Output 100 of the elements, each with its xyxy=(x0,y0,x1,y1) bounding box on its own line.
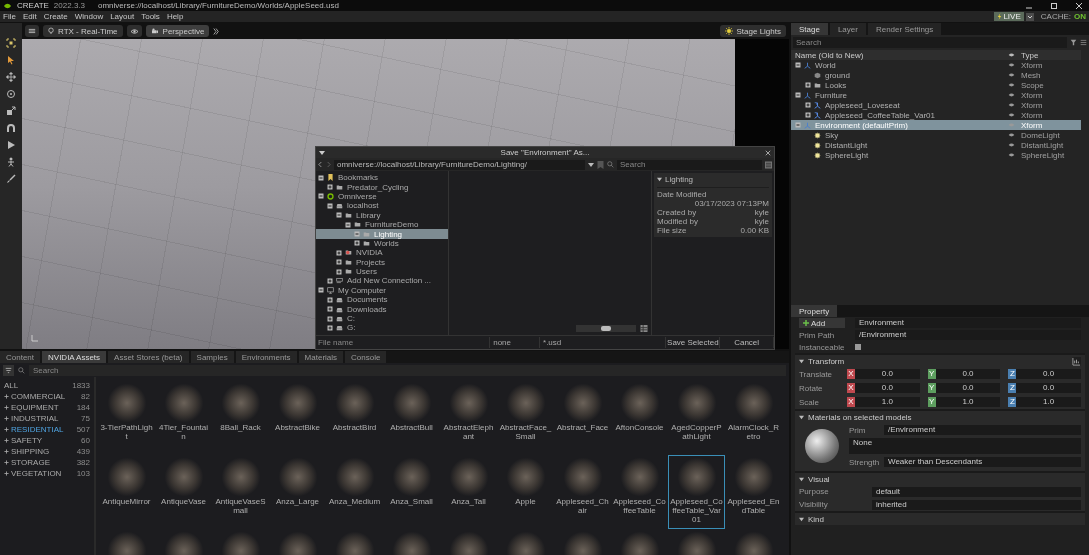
asset-tile[interactable]: AntiqueMirror xyxy=(98,455,155,529)
browser-tab[interactable]: Console xyxy=(345,351,387,363)
asset-tile[interactable]: AntiqueVase xyxy=(155,455,212,529)
panel-tab[interactable]: Stage xyxy=(791,23,828,35)
select-icon[interactable] xyxy=(6,38,16,48)
plus-icon[interactable] xyxy=(4,448,9,454)
tree-row[interactable]: FurnitureDemo xyxy=(316,219,448,230)
tree-row[interactable]: Omniverse xyxy=(316,191,448,202)
expand-toggle-icon[interactable] xyxy=(354,231,360,238)
expand-toggle-icon[interactable] xyxy=(327,184,333,191)
tree-row[interactable]: My Computer xyxy=(316,285,448,296)
number-field[interactable]: 0.0 xyxy=(855,369,920,379)
expand-toggle-icon[interactable] xyxy=(327,306,333,313)
arrow-cursor-icon[interactable] xyxy=(6,55,16,65)
expand-toggle-icon[interactable] xyxy=(354,240,360,247)
number-field[interactable]: 0.0 xyxy=(935,369,1001,379)
tree-row[interactable]: Library xyxy=(316,210,448,220)
tree-row[interactable]: Bookmarks xyxy=(316,173,448,183)
triangle-icon[interactable] xyxy=(799,414,804,420)
category-item[interactable]: EQUIPMENT xyxy=(11,402,75,412)
add-button[interactable]: Add xyxy=(799,318,845,328)
browser-tab[interactable]: NVIDIA Assets xyxy=(42,351,107,363)
asset-tile[interactable]: AbstractBull xyxy=(383,381,440,455)
expand-toggle-icon[interactable] xyxy=(805,82,811,88)
rotate-icon[interactable] xyxy=(6,89,16,99)
checkbox[interactable] xyxy=(855,344,861,350)
asset-tile[interactable]: 3-TierPathLight xyxy=(98,381,155,455)
expand-toggle-icon[interactable] xyxy=(345,221,351,228)
tree-row[interactable]: World Xform xyxy=(791,60,1081,70)
browser-tab[interactable]: Content xyxy=(0,351,41,363)
asset-tile[interactable]: AbstractElephant xyxy=(440,381,497,455)
asset-tile[interactable]: Appleseed_Chair xyxy=(554,455,611,529)
caret-icon[interactable] xyxy=(588,161,594,168)
file-type-dropdown[interactable]: *.usd xyxy=(540,337,667,348)
expand-toggle-icon[interactable] xyxy=(336,212,342,219)
asset-tile[interactable]: Appleseed_CoffeeTable xyxy=(611,455,668,529)
plus-icon[interactable] xyxy=(4,393,9,399)
section-header[interactable]: Visual xyxy=(795,473,1085,485)
figure-icon[interactable] xyxy=(6,157,16,167)
column-title[interactable]: Type xyxy=(1015,50,1077,60)
menu-item[interactable]: Edit xyxy=(22,12,37,21)
expand-toggle-icon[interactable] xyxy=(327,315,333,322)
triangle-icon[interactable] xyxy=(799,516,804,522)
expand-toggle-icon[interactable] xyxy=(795,62,801,68)
grid-view-icon[interactable] xyxy=(640,325,648,332)
category-item[interactable]: STORAGE xyxy=(11,457,75,467)
expand-toggle-icon[interactable] xyxy=(336,268,342,275)
dialog-button[interactable]: Cancel xyxy=(720,337,774,348)
tree-row[interactable]: Furniture Xform xyxy=(791,90,1081,100)
expand-toggle-icon[interactable] xyxy=(318,287,324,294)
expand-toggle-icon[interactable] xyxy=(336,249,342,256)
list-view-icon[interactable] xyxy=(765,160,772,169)
menu-item[interactable]: Help xyxy=(166,12,184,21)
name-field[interactable]: Environment xyxy=(855,318,1081,328)
category-item[interactable]: SHIPPING xyxy=(11,446,75,456)
plus-icon[interactable] xyxy=(4,437,9,443)
tree-row[interactable]: Add New Connection ... xyxy=(316,276,448,286)
version-dropdown[interactable]: none xyxy=(490,337,540,348)
dropdown[interactable]: inherited xyxy=(872,499,1081,510)
asset-tile[interactable]: 8Ball_Rack xyxy=(212,381,269,455)
browser-tab[interactable]: Environments xyxy=(235,351,297,363)
asset-tile[interactable]: AbstractBird xyxy=(326,381,383,455)
expand-toggle-icon[interactable] xyxy=(336,259,342,266)
tree-row[interactable]: localhost xyxy=(316,201,448,211)
filter-icon[interactable] xyxy=(1070,39,1077,46)
path-field[interactable]: omniverse://localhost/Library/FurnitureDemo/Lighting/ xyxy=(334,159,585,170)
tree-row[interactable]: G: xyxy=(316,323,448,333)
expand-toggle-icon[interactable] xyxy=(795,122,801,128)
triangle-icon[interactable] xyxy=(799,476,804,482)
panel-tab[interactable]: Render Settings xyxy=(867,23,942,35)
browser-tab[interactable]: Asset Stores (beta) xyxy=(108,351,189,363)
panel-tab[interactable]: Property xyxy=(791,305,838,317)
number-field[interactable]: 0.0 xyxy=(1016,369,1081,379)
camera-button[interactable]: Perspective xyxy=(145,25,210,37)
number-field[interactable]: 0.0 xyxy=(1016,383,1081,393)
asset-tile[interactable]: Appleseed_CoffeeTable_Var01 xyxy=(668,455,725,529)
render-mode-button[interactable]: RTX - Real-Time xyxy=(43,25,123,37)
strength-dropdown[interactable]: Weaker than Descendants xyxy=(884,457,1081,467)
asset-tile[interactable]: AlarmClock_Retro xyxy=(725,381,782,455)
number-field[interactable]: 1.0 xyxy=(855,397,920,407)
back-icon[interactable] xyxy=(318,161,323,168)
play-icon[interactable] xyxy=(6,140,16,150)
tree-row[interactable]: DistantLight DistantLight xyxy=(791,140,1081,150)
tree-row[interactable]: Appleseed_CoffeeTable_Var01 Xform xyxy=(791,110,1081,120)
close-icon[interactable] xyxy=(1075,1,1083,10)
triangle-icon[interactable] xyxy=(799,358,804,364)
tree-row[interactable]: Predator_Cycling xyxy=(316,182,448,192)
search-field[interactable]: Search xyxy=(793,37,1067,48)
file-name-field[interactable]: File name xyxy=(316,337,491,348)
menu-item[interactable]: Window xyxy=(74,12,104,21)
menu-item[interactable]: Layout xyxy=(110,12,135,21)
expand-toggle-icon[interactable] xyxy=(327,278,333,284)
tree-row[interactable]: SphereLight SphereLight xyxy=(791,150,1081,160)
asset-tile[interactable]: AbstractBike xyxy=(269,381,326,455)
asset-tile[interactable]: Anza_Tall xyxy=(440,455,497,529)
search-field[interactable]: Search xyxy=(29,364,786,376)
settings-button[interactable] xyxy=(25,25,39,37)
expand-toggle-icon[interactable] xyxy=(318,174,324,181)
caret-icon[interactable] xyxy=(1025,12,1034,21)
category-item[interactable]: RESIDENTIAL xyxy=(11,424,75,434)
